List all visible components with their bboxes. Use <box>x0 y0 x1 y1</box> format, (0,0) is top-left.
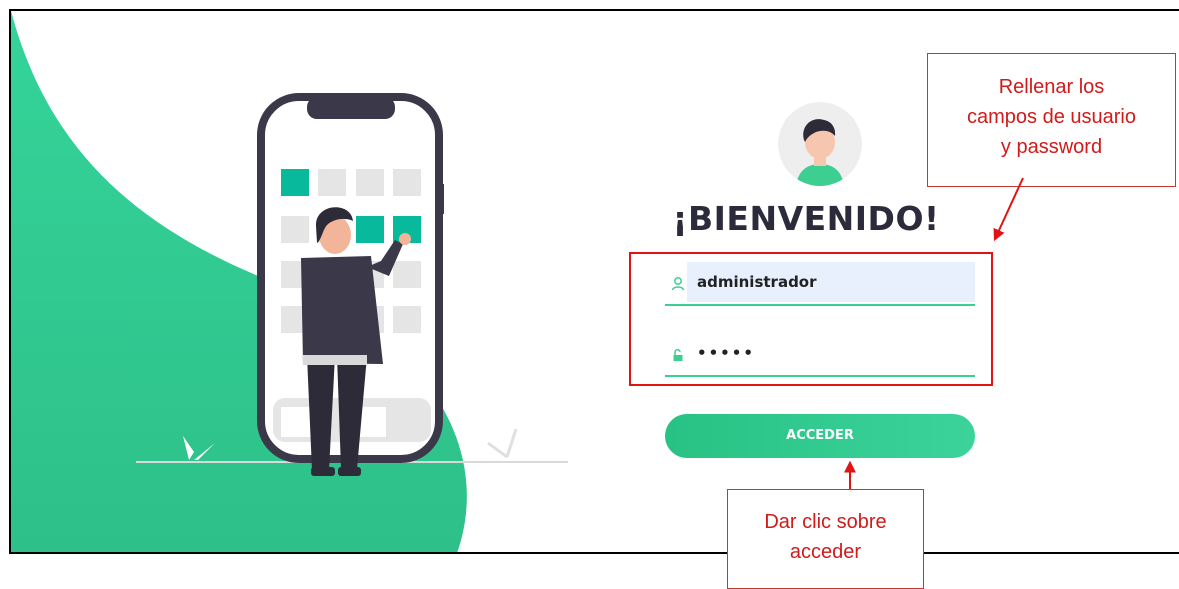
leaf-right <box>487 428 518 459</box>
button-callout: Dar clic sobre acceder <box>727 489 924 589</box>
button-callout-line: Dar clic sobre <box>764 511 887 533</box>
fields-highlight-box <box>629 252 993 386</box>
button-callout-line: acceder <box>789 541 862 563</box>
acceder-button[interactable]: ACCEDER <box>665 414 975 458</box>
avatar-icon <box>778 102 862 186</box>
fields-callout-line: campos de usuario <box>967 106 1136 128</box>
welcome-title: ¡BIENVENIDO! <box>672 199 940 238</box>
fields-callout-line: y password <box>1000 136 1103 158</box>
login-page: ¡BIENVENIDO! administrador ••••• ACCEDER… <box>9 9 1179 554</box>
fields-callout-line: Rellenar los <box>998 76 1105 98</box>
fields-callout: Rellenar los campos de usuario y passwor… <box>927 53 1176 187</box>
